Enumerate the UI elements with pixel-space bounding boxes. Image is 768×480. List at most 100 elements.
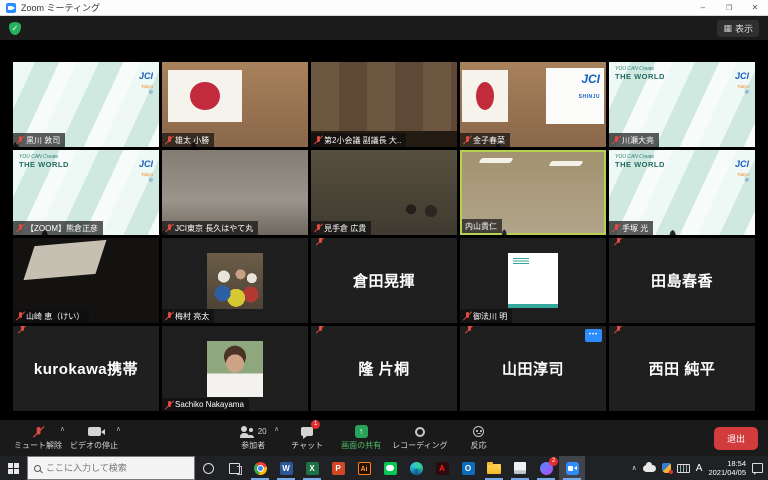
participant-name-centered: 田島春香 — [609, 238, 755, 323]
participant-tile[interactable]: JCI SHINJU 金子春菜 — [460, 62, 606, 147]
taskbar-file-explorer[interactable] — [481, 456, 507, 480]
share-screen-icon — [355, 425, 368, 438]
participant-tile[interactable]: 西田 純平 — [609, 326, 755, 411]
start-button[interactable] — [0, 456, 27, 480]
participant-tile[interactable]: Sachiko Nakayama — [162, 326, 308, 411]
participant-tile[interactable]: YOU CAN CreateTHE WORLD JCITokyo 【ZOOM】熊… — [13, 150, 159, 235]
participant-tile[interactable]: 見手倉 広貴 — [311, 150, 457, 235]
backdrop-theworld-text: YOU CAN CreateTHE WORLD — [19, 155, 69, 169]
view-button-label: 表示 — [735, 22, 753, 35]
more-options-button[interactable] — [585, 329, 602, 342]
line-icon — [384, 462, 397, 475]
participant-tile[interactable]: JCITokyo 黒川 敦司 — [13, 62, 159, 147]
ime-toolbar-icon[interactable] — [677, 464, 690, 473]
windows-taskbar: W X P Ai A O 2 ∧ A 18:54 2021/04/05 — [0, 456, 768, 480]
window-titlebar: Zoom ミーティング — [0, 0, 768, 16]
participant-tile[interactable]: YOU CAN CreateTHE WORLD JCITokyo 手塚 光 — [609, 150, 755, 235]
participant-tile[interactable]: kurokawa携帯 — [13, 326, 159, 411]
teams-notification-badge: 2 — [549, 457, 558, 466]
zoom-app-icon — [6, 3, 16, 13]
reactions-smiley-icon — [473, 426, 484, 437]
muted-mic-icon — [18, 326, 26, 334]
unmute-button[interactable]: ミュート解除 ∧ — [10, 420, 66, 456]
taskbar-search[interactable] — [27, 456, 195, 480]
close-button[interactable] — [742, 0, 768, 16]
ime-mode-indicator[interactable]: A — [696, 463, 703, 474]
participant-tile[interactable]: JCI東京 長久はやて丸 — [162, 150, 308, 235]
japan-flag — [168, 70, 242, 122]
search-input[interactable] — [46, 463, 188, 473]
reactions-button[interactable]: 反応 — [452, 420, 506, 456]
muted-mic-icon — [314, 223, 322, 233]
notes-icon — [514, 462, 526, 474]
view-button[interactable]: 表示 — [717, 20, 759, 37]
name-tag: 御法川 明 — [460, 309, 512, 323]
name-tag: JCI東京 長久はやて丸 — [162, 221, 258, 235]
meeting-header: 表示 — [0, 16, 768, 40]
action-center-icon[interactable] — [752, 463, 763, 473]
muted-mic-icon — [612, 135, 620, 145]
taskbar-chrome[interactable] — [247, 456, 273, 480]
name-tag: Sachiko Nakayama — [162, 398, 249, 411]
profile-card — [508, 253, 558, 308]
taskbar-line[interactable] — [377, 456, 403, 480]
participant-name-centered: 隆 片桐 — [311, 326, 457, 411]
system-tray: ∧ A 18:54 2021/04/05 — [632, 459, 768, 478]
powerpoint-icon: P — [332, 462, 345, 475]
leave-meeting-button[interactable]: 退出 — [714, 427, 758, 450]
camera-icon — [88, 427, 101, 436]
taskbar-zoom[interactable] — [559, 456, 585, 480]
participants-count: 20 — [258, 427, 267, 436]
participants-options-caret[interactable]: ∧ — [274, 425, 279, 433]
name-tag: 手塚 光 — [609, 221, 653, 235]
muted-mic-icon — [614, 238, 622, 246]
task-view-icon — [229, 463, 240, 474]
muted-mic-icon — [16, 311, 24, 321]
taskbar-illustrator[interactable]: Ai — [351, 456, 377, 480]
onedrive-cloud-icon[interactable] — [643, 465, 656, 472]
taskbar-outlook[interactable]: O — [455, 456, 481, 480]
maximize-button[interactable] — [716, 0, 742, 16]
participant-tile[interactable]: 山崎 恵（けい） — [13, 238, 159, 323]
video-options-caret[interactable]: ∧ — [116, 425, 121, 433]
chat-icon — [301, 427, 313, 436]
muted-mic-icon — [463, 311, 471, 321]
task-view-button[interactable] — [221, 456, 247, 480]
chat-notification-badge: 1 — [311, 420, 320, 429]
word-icon: W — [280, 462, 293, 475]
chat-button[interactable]: 1 チャット — [280, 420, 334, 456]
folder-icon — [487, 464, 501, 474]
taskbar-clock[interactable]: 18:54 2021/04/05 — [708, 459, 746, 478]
cortana-button[interactable] — [195, 456, 221, 480]
share-screen-button[interactable]: 画面の共有 — [334, 420, 388, 456]
name-tag: 第2小会議 副議長 大.. — [311, 133, 406, 147]
participant-tile[interactable]: 梅村 亮太 — [162, 238, 308, 323]
taskbar-teams[interactable]: 2 — [533, 456, 559, 480]
taskbar-notes[interactable] — [507, 456, 533, 480]
participant-tile[interactable]: 雄太 小勝 — [162, 62, 308, 147]
participant-tile[interactable]: 田島春香 — [609, 238, 755, 323]
participant-tile[interactable]: 倉田晃揮 — [311, 238, 457, 323]
ceiling-light-panel — [23, 240, 106, 280]
participants-button[interactable]: 20 参加者 ∧ — [226, 420, 280, 456]
clock-date: 2021/04/05 — [708, 468, 746, 477]
hidden-icons-chevron[interactable]: ∧ — [632, 464, 637, 472]
audio-options-caret[interactable]: ∧ — [60, 425, 65, 433]
minimize-button[interactable] — [690, 0, 716, 16]
taskbar-edge[interactable] — [403, 456, 429, 480]
muted-mic-icon — [465, 326, 473, 334]
taskbar-powerpoint[interactable]: P — [325, 456, 351, 480]
participant-tile[interactable]: 第2小会議 副議長 大.. — [311, 62, 457, 147]
participant-tile[interactable]: 山田淳司 — [460, 326, 606, 411]
security-tray-icon[interactable] — [662, 463, 671, 473]
participant-tile[interactable]: 御法川 明 — [460, 238, 606, 323]
participant-tile[interactable]: 隆 片桐 — [311, 326, 457, 411]
stop-video-button[interactable]: ビデオの停止 ∧ — [66, 420, 122, 456]
taskbar-excel[interactable]: X — [299, 456, 325, 480]
security-shield-icon[interactable] — [9, 22, 21, 35]
taskbar-acrobat[interactable]: A — [429, 456, 455, 480]
participant-tile-active-speaker[interactable]: 内山貴仁 — [460, 150, 606, 235]
taskbar-word[interactable]: W — [273, 456, 299, 480]
record-button[interactable]: レコーディング — [388, 420, 451, 456]
participant-tile[interactable]: YOU CAN CreateTHE WORLD JCITokyo 川瀬大亮 — [609, 62, 755, 147]
